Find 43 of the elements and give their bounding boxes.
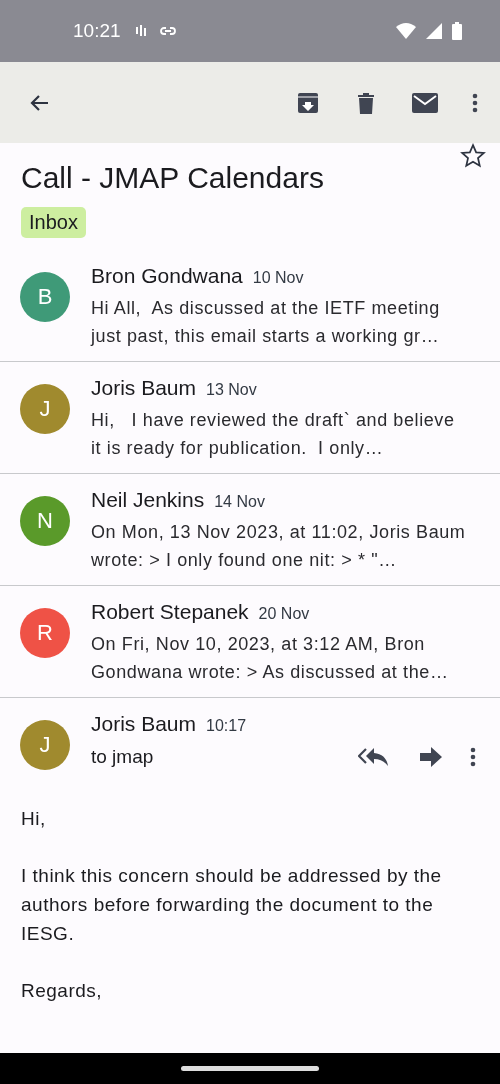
envelope-icon — [412, 92, 438, 113]
cell-signal-icon — [426, 23, 442, 39]
star-button[interactable] — [460, 143, 486, 169]
message-row[interactable]: J Joris Baum 13 Nov Hi, I have reviewed the draft` and believe it is ready for publication. I only… — [0, 362, 500, 474]
message-row[interactable]: N Neil Jenkins 14 Nov On Mon, 13 Nov 2023, at 11:02, Joris Baum wrote: > I only found one nit: > * "… — [0, 474, 500, 586]
label-chip[interactable]: Inbox — [21, 207, 86, 238]
more-vertical-icon — [472, 92, 478, 113]
message-preview: On Mon, 13 Nov 2023, at 11:02, Joris Baum wrote: > I only found one nit: > * "… — [91, 521, 467, 572]
forward-arrow-icon — [420, 747, 442, 767]
avatar: N — [20, 496, 70, 546]
message-row[interactable]: R Robert Stepanek 20 Nov On Fri, Nov 10, 2023, at 3:12 AM, Bron Gondwana wrote: > As discussed at the… — [0, 586, 500, 698]
message-date: 14 Nov — [214, 493, 265, 511]
star-icon — [460, 143, 486, 169]
avatar: B — [20, 272, 70, 322]
message-preview: On Fri, Nov 10, 2023, at 3:12 AM, Bron Gondwana wrote: > As discussed at the… — [91, 633, 450, 684]
message-time: 10:17 — [206, 717, 247, 735]
signal-bars-icon — [134, 24, 149, 38]
avatar: J — [20, 720, 70, 770]
home-handle[interactable] — [181, 1066, 319, 1071]
wifi-icon — [396, 23, 416, 39]
recipients: to jmap — [91, 746, 155, 768]
link-icon — [158, 25, 177, 37]
message-preview: Hi, I have reviewed the draft` and believe it is ready for publication. I only… — [91, 409, 456, 460]
body-paragraph: Regards, — [21, 979, 104, 1003]
message-preview: Hi All, As discussed at the IETF meeting just past, this email starts a working gr… — [91, 297, 441, 348]
subject-title: Call - JMAP Calendars — [21, 160, 325, 196]
message-row[interactable]: B Bron Gondwana 10 Nov Hi All, As discussed at the IETF meeting just past, this email starts a working gr… — [0, 250, 500, 362]
body-paragraph: Hi, — [21, 807, 47, 831]
sender-name: Neil Jenkins — [91, 488, 205, 512]
sender-name: Joris Baum — [91, 712, 197, 736]
status-time: 10:21 — [73, 20, 121, 42]
body-paragraph: I think this concern should be addressed by the authors before forwarding the document to the IESG. — [21, 864, 443, 946]
battery-icon — [452, 22, 462, 40]
message-date: 20 Nov — [258, 605, 310, 623]
message-date: 13 Nov — [206, 381, 257, 399]
avatar: J — [20, 384, 70, 434]
message-date: 10 Nov — [252, 269, 304, 287]
sender-name: Bron Gondwana — [91, 264, 243, 288]
sender-name: Joris Baum — [91, 376, 197, 400]
archive-icon — [296, 90, 320, 115]
sender-name: Robert Stepanek — [91, 600, 249, 624]
more-vertical-icon — [470, 747, 476, 767]
avatar: R — [20, 608, 70, 658]
